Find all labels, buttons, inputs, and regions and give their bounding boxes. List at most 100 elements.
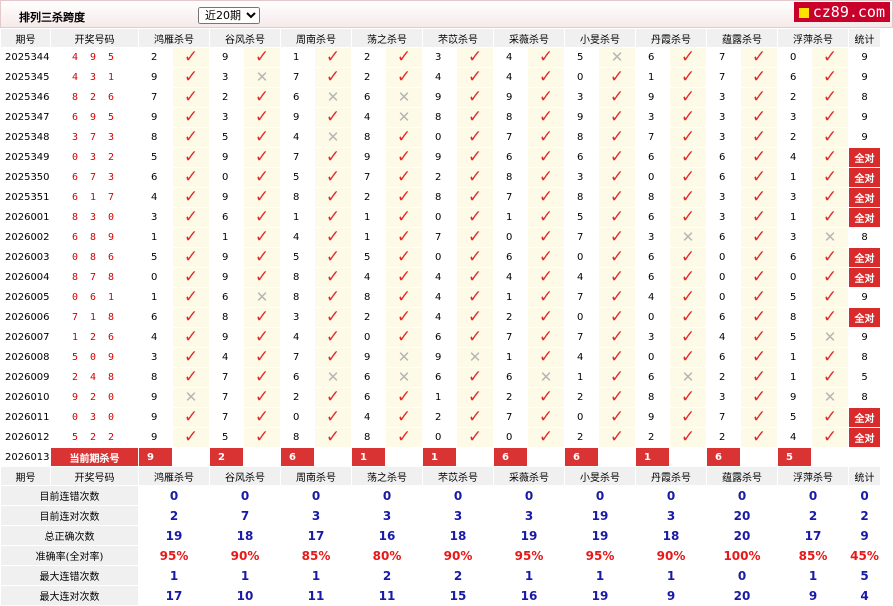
stats-value: 95%: [564, 545, 636, 566]
kill-value: 8: [777, 307, 812, 328]
mark-cell: ✓: [456, 107, 494, 128]
col-header-expert[interactable]: 小旻杀号: [564, 28, 636, 48]
check-icon: ✓: [396, 267, 412, 287]
kill-value: 8: [138, 367, 173, 388]
check-icon: ✓: [609, 127, 625, 147]
kill-value: 6: [706, 307, 741, 328]
stats-value: 3: [351, 505, 423, 526]
kill-value: 4: [209, 347, 244, 368]
kill-value: 8: [564, 127, 599, 148]
col-header-expert[interactable]: 小旻杀号: [564, 466, 636, 486]
col-header-expert[interactable]: 荡之杀号: [351, 28, 423, 48]
check-icon: ✓: [325, 267, 341, 287]
mark-cell: ✓: [314, 327, 352, 348]
kill-value: 6: [635, 207, 670, 228]
kill-value: 7: [493, 127, 528, 148]
check-icon: ✓: [751, 127, 767, 147]
check-icon: ✓: [183, 267, 199, 287]
col-header-expert[interactable]: 浮萍杀号: [777, 28, 849, 48]
col-header-expert[interactable]: 鸿雁杀号: [138, 28, 210, 48]
mark-cell: ✓: [172, 367, 210, 388]
kill-value: 3: [209, 107, 244, 128]
stats-row: 准确率(全对率) 95% 90% 85% 80% 90% 95% 95% 90% 100% 85% 4…: [0, 545, 881, 566]
stats-label: 目前连对次数: [0, 505, 139, 526]
col-header-expert[interactable]: 采薇杀号: [493, 466, 565, 486]
mark-cell: ✓: [669, 347, 707, 368]
mark-cell: ✓: [456, 127, 494, 148]
col-header-expert[interactable]: 丹霞杀号: [635, 466, 707, 486]
mark-cell: ✓: [243, 407, 281, 428]
check-icon: ✓: [467, 407, 483, 427]
check-icon: ✓: [254, 127, 270, 147]
kill-value: 2: [564, 427, 599, 448]
mark-cell: ✓: [598, 227, 636, 248]
kill-value: 1: [351, 227, 386, 248]
check-icon: ✓: [467, 307, 483, 327]
col-header-expert[interactable]: 蕴露杀号: [706, 28, 778, 48]
col-header-expert[interactable]: 荡之杀号: [351, 466, 423, 486]
kill-value: 7: [635, 127, 670, 148]
kill-value: 9: [138, 407, 173, 428]
period-cell: 2025345: [0, 67, 51, 88]
check-icon: ✓: [538, 107, 554, 127]
mark-cell: ✓: [598, 127, 636, 148]
mark-cell: ✓: [669, 67, 707, 88]
check-icon: ✓: [609, 247, 625, 267]
mark-cell: ✓: [811, 367, 849, 388]
kill-value: 1: [777, 367, 812, 388]
kill-value: 5: [138, 147, 173, 168]
current-kill-value: 1: [351, 447, 386, 467]
check-icon: ✓: [680, 147, 696, 167]
mark-cell: ✓: [385, 327, 423, 348]
kill-value: 9: [422, 147, 457, 168]
col-header-expert[interactable]: 蕴露杀号: [706, 466, 778, 486]
col-header-expert[interactable]: 采薇杀号: [493, 28, 565, 48]
stats-row: 目前连对次数 2 7 3 3 3 3 19 3 20 2 2: [0, 505, 881, 526]
check-icon: ✓: [609, 147, 625, 167]
check-icon: ✓: [467, 47, 483, 67]
check-icon: ✓: [822, 407, 838, 427]
table-row: 2025344 4 9 5 2 ✓ 9 ✓ 1 ✓ 2 ✓ 3 ✓ 4 ✓ 5 ✕ 6 ✓ 7 ✓ 0 ✓ 9: [0, 47, 881, 68]
mark-cell: ✓: [740, 327, 778, 348]
kill-value: 5: [209, 427, 244, 448]
period-cell: 2026008: [0, 347, 51, 368]
mark-cell: ✓: [456, 287, 494, 308]
mark-cell: ✓: [456, 187, 494, 208]
site-logo[interactable]: cz89.com: [793, 2, 890, 22]
check-icon: ✓: [396, 407, 412, 427]
kill-value: 0: [422, 127, 457, 148]
kill-value: 2: [351, 307, 386, 328]
current-gap: [527, 447, 565, 467]
current-kill-value: 1: [422, 447, 457, 467]
col-header-expert[interactable]: 谷风杀号: [209, 28, 281, 48]
table-header-top: 期号 开奖号码 鸿雁杀号 谷风杀号 周南杀号 荡之杀号 芣苡杀号 采薇杀号 小旻杀号 丹霞杀号 蕴露…: [0, 28, 881, 48]
kill-value: 4: [777, 427, 812, 448]
check-icon: ✓: [538, 147, 554, 167]
draw-numbers: 4 3 1: [50, 67, 139, 88]
stats-value: 0: [635, 485, 707, 506]
mark-cell: ✓: [172, 207, 210, 228]
draw-numbers: 0 6 1: [50, 287, 139, 308]
check-icon: ✓: [822, 107, 838, 127]
mark-cell: ✓: [385, 187, 423, 208]
kill-value: 7: [564, 327, 599, 348]
col-header-expert[interactable]: 芣苡杀号: [422, 28, 494, 48]
check-icon: ✓: [609, 227, 625, 247]
check-icon: ✓: [680, 167, 696, 187]
col-header-expert[interactable]: 芣苡杀号: [422, 466, 494, 486]
cross-icon: ✕: [397, 348, 411, 366]
col-header-expert[interactable]: 周南杀号: [280, 466, 352, 486]
kill-value: 3: [138, 207, 173, 228]
col-header-expert[interactable]: 谷风杀号: [209, 466, 281, 486]
kill-value: 3: [635, 227, 670, 248]
kill-value: 0: [209, 167, 244, 188]
current-gap: [669, 447, 707, 467]
stats-value: 3: [635, 505, 707, 526]
col-header-expert[interactable]: 丹霞杀号: [635, 28, 707, 48]
mark-cell: ✓: [243, 227, 281, 248]
col-header-expert[interactable]: 鸿雁杀号: [138, 466, 210, 486]
col-header-expert[interactable]: 周南杀号: [280, 28, 352, 48]
period-range-select[interactable]: 近20期: [198, 7, 260, 24]
table-row: 2026009 2 4 8 8 ✓ 7 ✓ 6 ✕ 6 ✕ 6 ✓ 6 ✕ 1 ✓ 6 ✕ 2 ✓ 1 ✓ 5: [0, 367, 881, 388]
col-header-expert[interactable]: 浮萍杀号: [777, 466, 849, 486]
